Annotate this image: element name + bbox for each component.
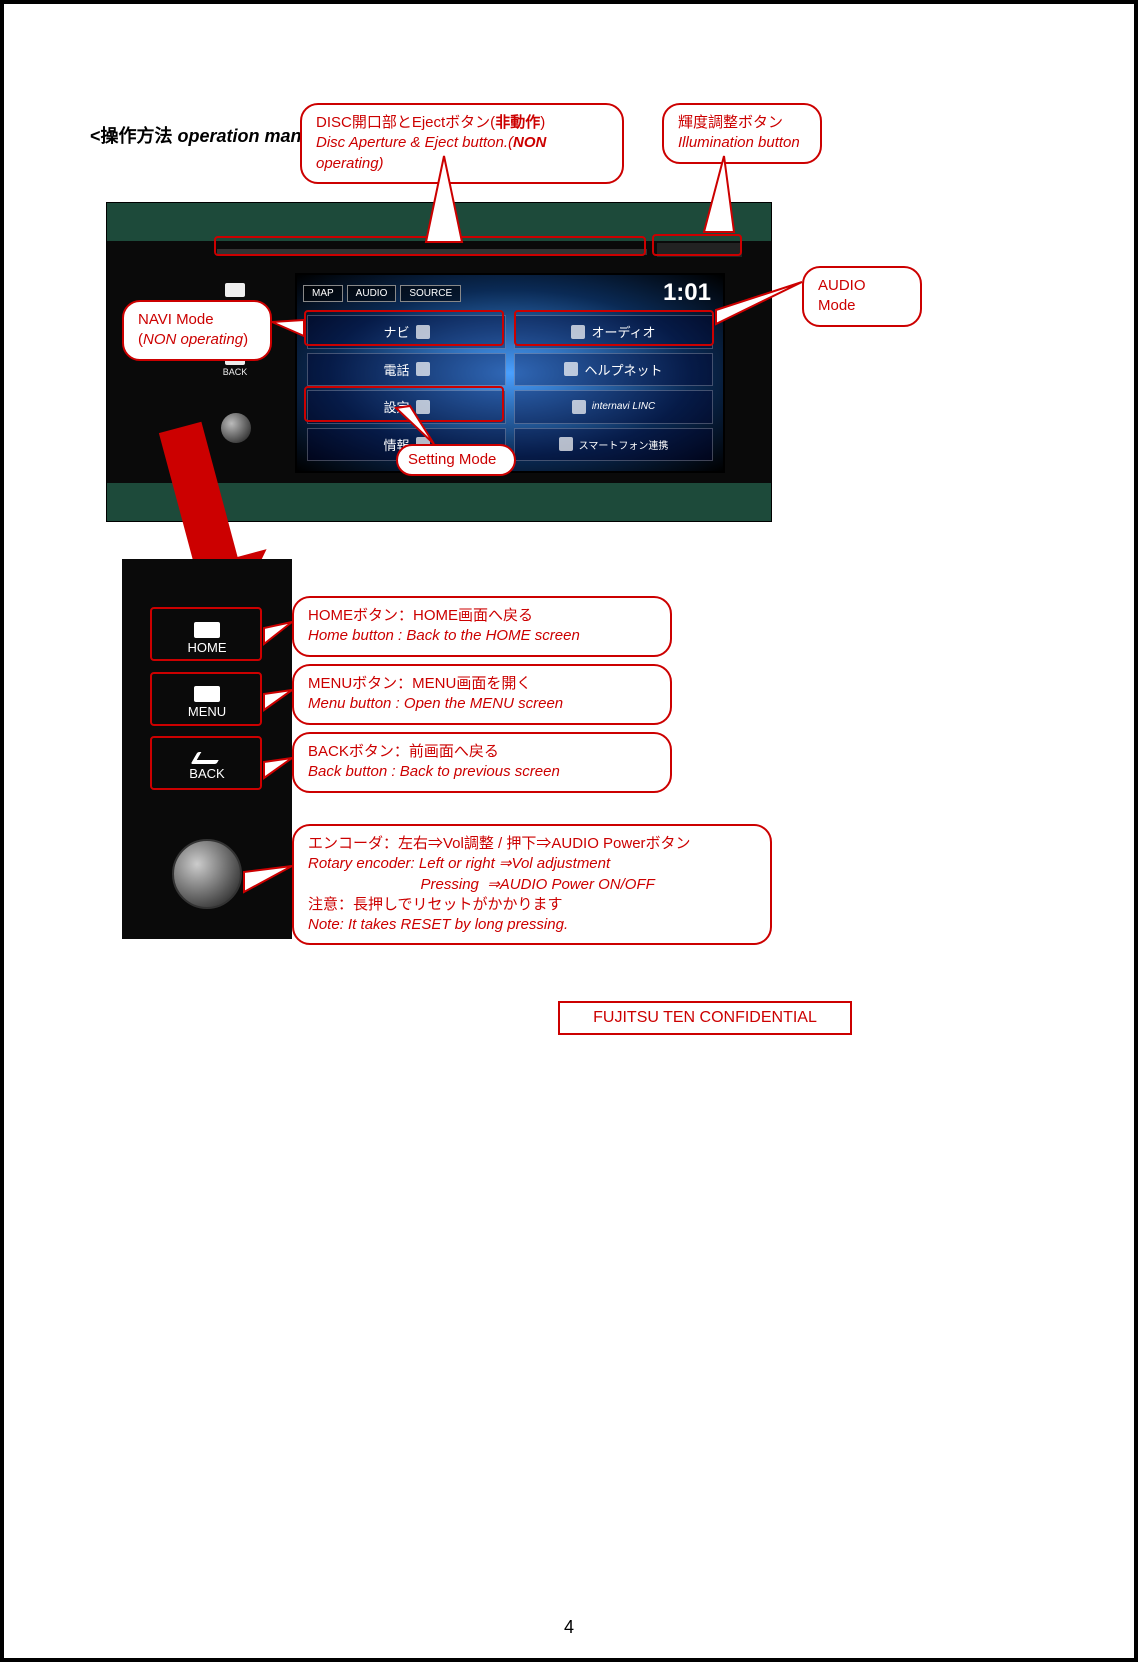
jp: BACKボタン：前画面へ戻る	[308, 743, 499, 760]
confidential-label: FUJITSU TEN CONFIDENTIAL	[558, 1001, 852, 1035]
back-callout: BACKボタン：前画面へ戻る Back button : Back to pre…	[292, 732, 672, 793]
app-label: スマートフォン連携	[579, 437, 669, 452]
page-number: 4	[4, 1617, 1134, 1638]
en3: Note: It takes RESET by long pressing.	[308, 915, 756, 935]
settings-frame	[304, 386, 504, 422]
jp1: エンコーダ：左右⇒Vol調整 / 押下⇒AUDIO Powerボタン	[308, 835, 691, 852]
en1: Rotary encoder: Left or right ⇒Vol adjus…	[308, 854, 756, 874]
setting-callout: Setting Mode	[396, 444, 516, 476]
jp: HOMEボタン：HOME画面へ戻る	[308, 607, 533, 624]
tab-audio: AUDIO	[347, 285, 397, 302]
confidential-text: FUJITSU TEN CONFIDENTIAL	[593, 1009, 817, 1027]
en: Menu button : Open the MENU screen	[308, 694, 656, 714]
phone-icon	[416, 362, 430, 376]
internavi-icon	[572, 400, 586, 414]
touchscreen: MAP AUDIO SOURCE 1:01 ナビ オーディオ 電話 ヘルプネット…	[295, 273, 725, 473]
line1: NAVI Mode	[138, 311, 214, 328]
encoder-callout: エンコーダ：左右⇒Vol調整 / 押下⇒AUDIO Powerボタン Rotar…	[292, 824, 772, 945]
text: Setting Mode	[408, 451, 496, 468]
disc-frame	[214, 236, 646, 256]
line2: (NON operating)	[138, 331, 248, 348]
jp: DISC開口部とEjectボタン(非動作)	[316, 114, 545, 131]
jp: MENUボタン：MENU画面を開く	[308, 675, 531, 692]
side-label: BACK	[223, 367, 248, 377]
text: AUDIO Mode	[818, 277, 866, 314]
en: Back button : Back to previous screen	[308, 762, 656, 782]
en: Illumination button	[678, 133, 806, 153]
screen-topbar: MAP AUDIO SOURCE 1:01	[303, 279, 717, 307]
app-label: 電話	[383, 360, 409, 379]
rotary-encoder-knob	[172, 839, 242, 909]
jp: 輝度調整ボタン	[678, 114, 783, 131]
grid-icon	[225, 283, 245, 297]
illum-callout: 輝度調整ボタン Illumination button	[662, 103, 822, 164]
jp2: 注意：長押しでリセットがかかります	[308, 895, 756, 915]
title-jp: <操作方法	[90, 126, 178, 146]
illum-frame	[652, 234, 742, 256]
menu-callout: MENUボタン：MENU画面を開く Menu button : Open the…	[292, 664, 672, 725]
navi-frame	[304, 310, 504, 346]
menu-frame	[150, 672, 262, 726]
clock: 1:01	[663, 279, 717, 307]
en: Disc Aperture & Eject button.(NON operat…	[316, 133, 608, 174]
app-label: internavi LINC	[592, 401, 655, 412]
tab-source: SOURCE	[400, 285, 461, 302]
app-phone: 電話	[307, 353, 506, 387]
page: <操作方法 operation manual> HOME MENU BACK M…	[0, 0, 1138, 1662]
smartphone-icon	[559, 437, 573, 451]
en: Home button : Back to the HOME screen	[308, 626, 656, 646]
app-helpnet: ヘルプネット	[514, 353, 713, 387]
home-callout: HOMEボタン：HOME画面へ戻る Home button : Back to …	[292, 596, 672, 657]
app-label: ヘルプネット	[584, 360, 662, 379]
home-frame	[150, 607, 262, 661]
tab-map: MAP	[303, 285, 343, 302]
car-icon	[564, 362, 578, 376]
app-internavi: internavi LINC	[514, 390, 713, 424]
disc-callout: DISC開口部とEjectボタン(非動作) Disc Aperture & Ej…	[300, 103, 624, 184]
app-smartphone: スマートフォン連携	[514, 428, 713, 462]
audio-frame	[514, 310, 714, 346]
audio-callout: AUDIO Mode	[802, 266, 922, 327]
navi-callout: NAVI Mode (NON operating)	[122, 300, 272, 361]
back-frame	[150, 736, 262, 790]
en2: Pressing ⇒AUDIO Power ON/OFF	[308, 875, 756, 895]
